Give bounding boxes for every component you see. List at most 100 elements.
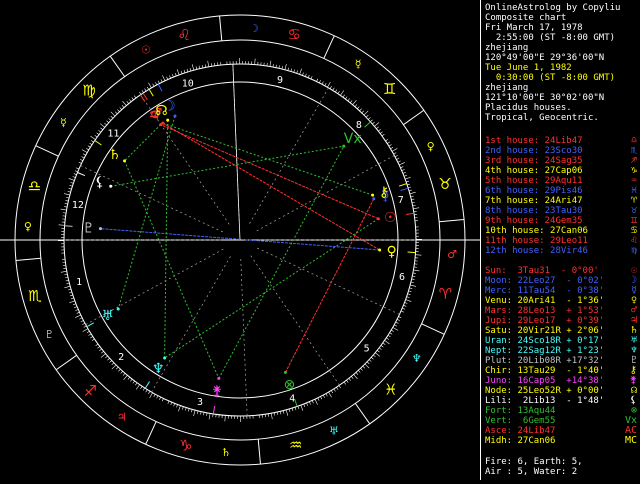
planet-glyph-icon: ☊ <box>155 103 167 119</box>
house-number: 6 <box>399 272 405 283</box>
degree-tick <box>101 354 106 358</box>
degree-tick <box>379 348 381 350</box>
degree-tick <box>112 363 114 365</box>
degree-tick <box>110 361 112 363</box>
degree-tick <box>403 172 406 173</box>
degree-tick <box>375 353 380 357</box>
house-number: 11 <box>107 129 119 140</box>
degree-tick <box>71 182 74 183</box>
sign-boundary <box>16 258 41 260</box>
degree-tick <box>385 340 390 343</box>
planet-point <box>117 307 120 310</box>
planet-tick <box>406 213 414 214</box>
planet-tick <box>77 172 84 175</box>
zodiac-sign-icon: ♊ <box>383 80 396 98</box>
degree-tick <box>396 322 399 323</box>
degree-tick <box>97 133 99 135</box>
degree-tick <box>402 169 405 170</box>
degree-tick <box>277 412 278 415</box>
planet-tick <box>401 188 409 190</box>
header-line: 2:55:00 (ST -8:00 GMT) <box>485 33 615 43</box>
degree-tick <box>398 161 401 162</box>
planet-tick <box>145 382 149 389</box>
planet-point <box>109 185 112 188</box>
ruler-glyph-icon: ♇ <box>44 328 54 341</box>
aspect-line <box>285 199 373 373</box>
degree-tick <box>276 65 277 68</box>
header-line: Fri March 17, 1978 <box>485 23 583 33</box>
degree-tick <box>123 373 125 375</box>
planet-tick <box>65 226 73 227</box>
sign-boundary <box>324 36 334 59</box>
degree-tick <box>393 327 398 330</box>
planet-tick <box>365 122 371 127</box>
degree-tick <box>371 357 373 359</box>
degree-tick <box>207 413 208 416</box>
degree-tick <box>154 394 155 397</box>
degree-tick <box>407 297 410 298</box>
degree-tick <box>140 386 142 388</box>
aspect-line <box>165 120 168 358</box>
degree-tick <box>148 391 150 394</box>
degree-tick <box>187 69 188 72</box>
degree-tick <box>65 277 68 278</box>
house-number: 12 <box>72 200 84 211</box>
degree-tick <box>336 387 338 390</box>
degree-tick <box>282 66 283 69</box>
degree-tick <box>192 64 194 70</box>
degree-tick <box>159 397 160 400</box>
degree-tick <box>66 283 69 284</box>
degree-tick <box>413 270 419 271</box>
degree-tick <box>181 71 182 74</box>
planet-row: Node: 25Leo52R + 0°00' <box>485 386 604 396</box>
degree-tick <box>209 413 210 419</box>
degree-tick <box>64 207 67 208</box>
degree-tick <box>356 372 358 374</box>
planet-row: Mars: 28Leo13 + 1°53' <box>485 306 604 316</box>
zodiac-sign-icon: ♓ <box>384 381 397 399</box>
ruler-glyph-icon: ♅ <box>329 425 339 438</box>
planet-point <box>99 227 102 230</box>
degree-tick <box>91 136 96 139</box>
aspect-line <box>111 146 344 186</box>
degree-tick <box>298 406 299 409</box>
house-number: 7 <box>398 195 404 206</box>
degree-tick <box>288 68 289 71</box>
degree-tick <box>289 409 290 412</box>
degree-tick <box>405 177 411 179</box>
degree-tick <box>350 100 352 102</box>
degree-tick <box>112 365 116 369</box>
house-row: 4th house: 27Cap06 <box>485 166 583 176</box>
degree-tick <box>412 202 415 203</box>
degree-tick <box>87 331 90 333</box>
ruler-glyph-icon: ♀ <box>24 220 32 233</box>
degree-tick <box>391 330 394 332</box>
degree-tick <box>68 191 71 192</box>
degree-tick <box>99 349 101 351</box>
degree-tick <box>294 70 295 73</box>
house-row: 10th house: 27Can06 <box>485 226 588 236</box>
degree-tick <box>61 209 67 210</box>
header-line: 121°10'00"E 30°02'00"N <box>485 93 604 103</box>
planet-tick <box>87 323 94 327</box>
degree-tick <box>411 282 414 283</box>
degree-tick <box>330 86 332 89</box>
degree-tick <box>196 66 197 69</box>
degree-tick <box>357 107 359 109</box>
planet-point <box>371 194 374 197</box>
planet-row: Uran: 24Sco18R + 0°17' <box>485 336 604 346</box>
degree-tick <box>397 319 400 320</box>
degree-tick <box>390 333 393 335</box>
degree-tick <box>360 109 362 111</box>
sign-boundary <box>146 422 156 445</box>
degree-tick <box>295 407 296 410</box>
degree-tick <box>99 130 101 132</box>
degree-tick <box>369 360 371 362</box>
degree-tick <box>408 187 411 188</box>
degree-tick <box>406 181 409 182</box>
ruler-glyph-icon: ☿ <box>60 116 67 129</box>
degree-tick <box>340 91 343 96</box>
degree-tick <box>391 147 394 149</box>
planet-row: Sun: 3Tau31 - 0°00' <box>485 266 599 276</box>
planet-glyph-icon: MC <box>625 436 637 446</box>
